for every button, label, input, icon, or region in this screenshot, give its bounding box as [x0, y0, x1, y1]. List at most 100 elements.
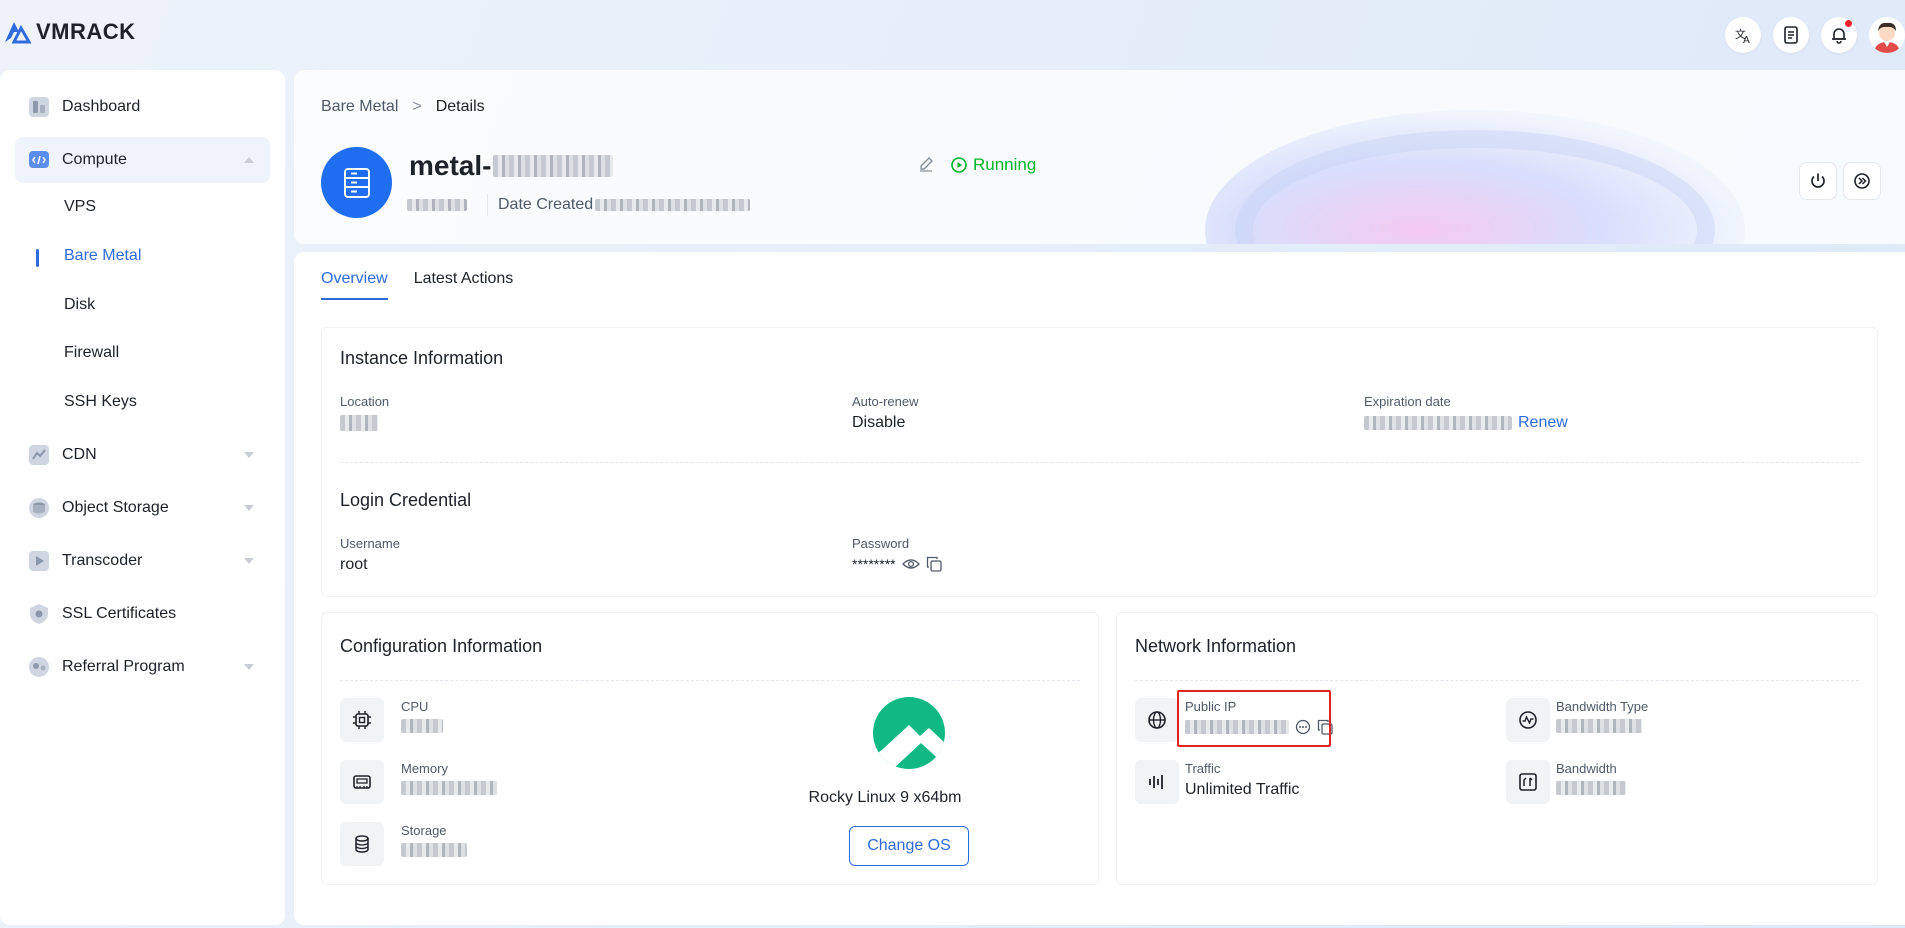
bandwidth-type-value: [1556, 719, 1642, 733]
document-icon[interactable]: [1773, 17, 1809, 53]
sidebar-item-ssl-certificates[interactable]: SSL Certificates: [15, 591, 270, 637]
brand-logo[interactable]: VMRACK: [2, 18, 136, 46]
brand-name: VMRACK: [36, 19, 136, 44]
location-value: [340, 415, 378, 431]
translate-icon[interactable]: 文A: [1725, 17, 1761, 53]
restart-icon: [1854, 173, 1870, 189]
traffic-icon: [1135, 760, 1179, 804]
bandwidth-value: [1556, 781, 1626, 795]
sidebar-item-compute[interactable]: Compute: [15, 137, 270, 183]
traffic-label: Traffic: [1185, 761, 1221, 776]
location-label: Location: [340, 394, 390, 409]
storage-value: [401, 843, 467, 857]
redacted-text: [1556, 781, 1626, 795]
breadcrumb-current: Details: [435, 98, 485, 115]
password-label: Password: [852, 536, 910, 551]
auto-renew-label: Auto-renew: [852, 394, 919, 409]
os-name: Rocky Linux 9 x64bm: [808, 789, 962, 806]
traffic-value: Unlimited Traffic: [1185, 781, 1300, 798]
sidebar-item-label: Object Storage: [62, 499, 169, 516]
login-credential-title: Login Credential: [340, 490, 472, 510]
tab-latest-actions[interactable]: Latest Actions: [414, 270, 514, 300]
dashboard-icon: [28, 96, 50, 118]
cpu-label: CPU: [401, 699, 429, 714]
redacted-text: [401, 843, 467, 857]
sidebar-item-vps[interactable]: VPS: [64, 198, 96, 216]
expiration-date-label: Expiration date: [1364, 394, 1451, 409]
sidebar-item-label: Referral Program: [62, 658, 185, 675]
sidebar-item-label: Compute: [62, 151, 127, 168]
sidebar-item-disk[interactable]: Disk: [64, 296, 95, 314]
tab-bar: Overview Latest Actions: [321, 270, 513, 300]
instance-meta: Date Created: [407, 194, 751, 216]
cpu-icon: [340, 698, 384, 742]
divider: [1135, 680, 1859, 681]
sidebar-item-transcoder[interactable]: Transcoder: [15, 538, 270, 584]
transcoder-icon: [28, 550, 50, 572]
sidebar-item-firewall[interactable]: Firewall: [64, 344, 119, 362]
tab-overview[interactable]: Overview: [321, 270, 388, 300]
svg-text:A: A: [1743, 35, 1750, 44]
bandwidth-type-label: Bandwidth Type: [1556, 699, 1649, 714]
bandwidth-icon: [1506, 760, 1550, 804]
sidebar-item-label: Dashboard: [62, 98, 141, 115]
top-bar: VMRACK 文A: [0, 0, 1905, 70]
chevron-up-icon: [244, 157, 254, 163]
sidebar-item-object-storage[interactable]: Object Storage: [15, 485, 270, 531]
bandwidth-label: Bandwidth: [1556, 761, 1617, 776]
sidebar-item-referral-program[interactable]: Referral Program: [15, 644, 270, 690]
public-ip-highlight: [1177, 690, 1331, 747]
instance-header: Bare Metal > Details metal- Running Date…: [294, 70, 1905, 244]
top-actions: 文A: [1725, 17, 1905, 53]
restart-button[interactable]: [1843, 162, 1881, 200]
sidebar: Dashboard Compute VPS Bare Metal Disk Fi…: [0, 70, 285, 925]
cpu-value: [401, 719, 443, 733]
network-information-panel: Network Information Public IP Bandwidth …: [1116, 612, 1878, 885]
sidebar-item-label: Transcoder: [62, 552, 143, 569]
sidebar-item-dashboard[interactable]: Dashboard: [15, 84, 270, 130]
network-information-title: Network Information: [1135, 636, 1297, 656]
breadcrumb-parent[interactable]: Bare Metal: [321, 98, 398, 116]
redacted-text: [401, 719, 443, 733]
breadcrumb: Bare Metal > Details: [321, 98, 485, 116]
username-value: root: [340, 556, 368, 573]
notification-dot: [1845, 20, 1852, 27]
divider: [340, 680, 1080, 681]
play-circle-icon: [951, 157, 967, 173]
instance-name-prefix: metal-: [409, 150, 492, 181]
sidebar-item-bare-metal[interactable]: Bare Metal: [64, 247, 141, 265]
chevron-down-icon: [244, 558, 254, 564]
chevron-down-icon: [244, 664, 254, 670]
sidebar-item-cdn[interactable]: CDN: [15, 432, 270, 478]
username-label: Username: [340, 536, 400, 551]
vmrack-logo-icon: [5, 22, 32, 44]
configuration-information-panel: Configuration Information CPU Memory Sto…: [321, 612, 1099, 885]
avatar[interactable]: [1869, 17, 1905, 53]
details-content: Overview Latest Actions Instance Informa…: [294, 252, 1905, 925]
referral-icon: [28, 656, 50, 678]
password-field: ********: [852, 556, 942, 572]
sidebar-item-ssh-keys[interactable]: SSH Keys: [64, 393, 137, 411]
divider: [487, 194, 488, 216]
breadcrumb-separator-icon: >: [412, 98, 422, 115]
storage-icon: [340, 822, 384, 866]
change-os-button[interactable]: Change OS: [849, 826, 969, 866]
edit-icon[interactable]: [918, 156, 934, 177]
cdn-icon: [28, 444, 50, 466]
chevron-down-icon: [244, 505, 254, 511]
storage-label: Storage: [401, 823, 447, 838]
redacted-text: [1556, 719, 1642, 733]
redacted-text: [340, 415, 378, 431]
copy-icon[interactable]: [926, 556, 942, 572]
bell-icon[interactable]: [1821, 17, 1857, 53]
ssl-icon: [28, 603, 50, 625]
date-created-label: Date Created: [498, 196, 594, 213]
eye-icon[interactable]: [901, 557, 920, 571]
renew-link[interactable]: Renew: [1518, 414, 1568, 432]
active-indicator: [36, 249, 39, 267]
status-badge: Running: [951, 155, 1036, 175]
rocky-linux-logo-icon: [873, 697, 945, 769]
server-icon: [321, 147, 392, 218]
bandwidth-type-icon: [1506, 698, 1550, 742]
power-button[interactable]: [1799, 162, 1837, 200]
